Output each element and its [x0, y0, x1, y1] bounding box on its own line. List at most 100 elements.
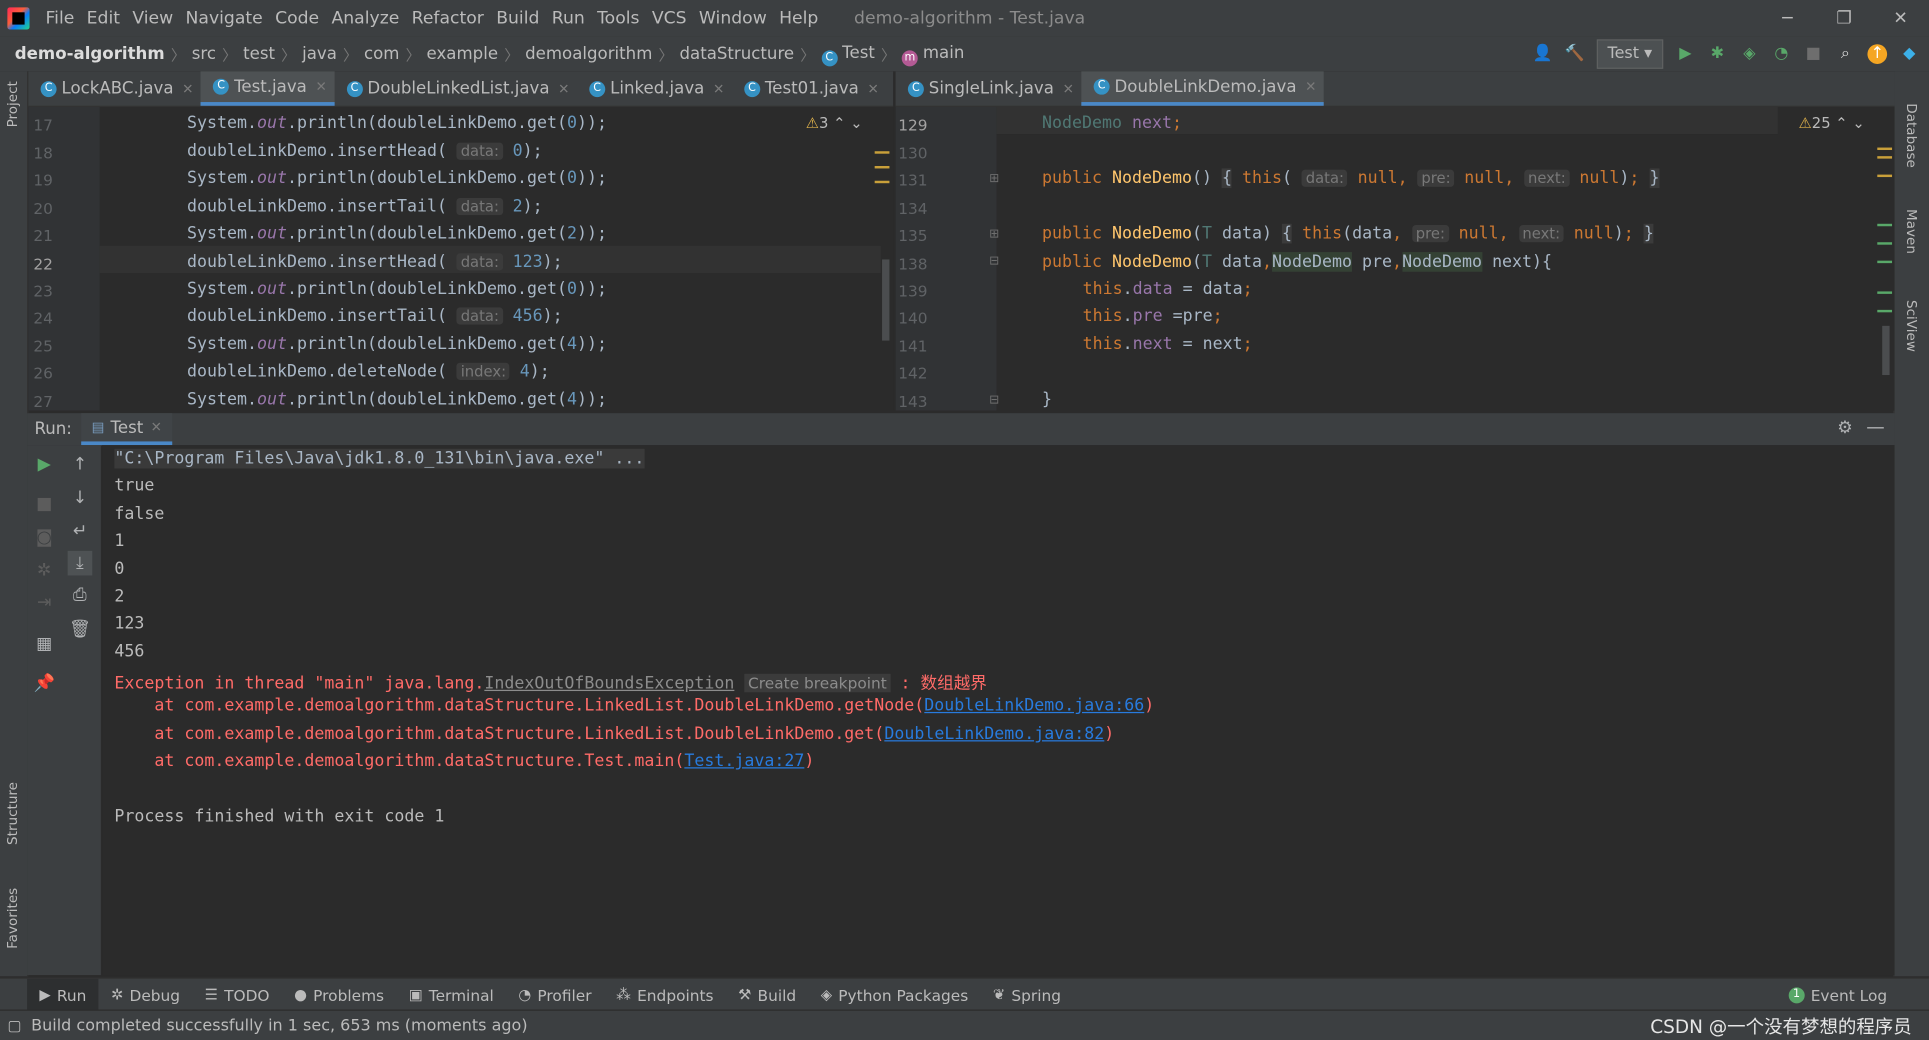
pin-icon[interactable]: 📌 [32, 671, 57, 696]
inspection-widget[interactable]: ⚠25 ⌃ ⌄ [1799, 114, 1865, 131]
soft-wrap-icon[interactable]: ↵ [68, 519, 93, 544]
create-breakpoint-link[interactable]: Create breakpoint [744, 673, 891, 693]
restore-button[interactable]: ❐ [1816, 0, 1873, 37]
warning-marker[interactable] [874, 151, 890, 154]
minimize-button[interactable]: ─ [1759, 0, 1816, 37]
source-link[interactable]: Test.java:27 [684, 751, 804, 771]
database-tool-button[interactable]: Database [1903, 103, 1919, 168]
gear-icon[interactable]: ⚙ [1837, 418, 1852, 438]
tool-python-packages[interactable]: ◈ Python Packages [808, 979, 980, 1011]
breadcrumb-main-method[interactable]: m main [898, 42, 968, 66]
stop-icon[interactable]: ■ [1803, 44, 1823, 64]
console-output[interactable]: "C:\Program Files\Java\jdk1.8.0_131\bin\… [102, 445, 1895, 976]
menu-window[interactable]: Window [693, 9, 773, 29]
maven-tool-button[interactable]: Maven [1903, 209, 1919, 254]
breadcrumb-test-class[interactable]: C Test [818, 42, 879, 66]
print-icon[interactable]: ⎙ [68, 583, 93, 608]
build-hammer-icon[interactable]: 🔨 [1564, 44, 1584, 64]
left-code-area[interactable]: 17 18 19 20 21 22 23 24 25 26 27 System.… [28, 106, 893, 411]
menu-navigate[interactable]: Navigate [179, 9, 269, 29]
fold-icon[interactable]: ⊞ [989, 227, 999, 241]
tool-terminal[interactable]: ▣ Terminal [396, 979, 506, 1011]
menu-refactor[interactable]: Refactor [405, 9, 490, 29]
close-tab-icon[interactable]: ✕ [182, 81, 193, 97]
exception-class-link[interactable]: IndexOutOfBoundsException [484, 674, 734, 694]
project-tool-button[interactable]: Project [5, 81, 21, 127]
rerun-icon[interactable]: ▶ [32, 452, 57, 477]
close-tab-icon[interactable]: ✕ [151, 419, 162, 435]
camera-icon[interactable]: ◙ [32, 525, 57, 550]
run-tab-test[interactable]: ▤ Test ✕ [81, 413, 172, 446]
breadcrumb-project[interactable]: demo-algorithm [0, 44, 168, 64]
trash-icon[interactable]: 🗑 [68, 617, 93, 642]
right-code-area[interactable]: 129 130 131 134 135 138 139 140 141 142 … [895, 106, 1895, 411]
vertical-scrollbar[interactable] [1882, 325, 1890, 376]
settings-bug-icon[interactable]: ✲ [32, 558, 57, 583]
change-marker[interactable] [1877, 291, 1893, 294]
menu-vcs[interactable]: VCS [646, 9, 693, 29]
change-marker[interactable] [1877, 260, 1893, 264]
debug-icon[interactable]: ✱ [1708, 44, 1728, 64]
menu-run[interactable]: Run [546, 9, 591, 29]
favorites-tool-button[interactable]: Favorites [5, 888, 21, 949]
close-tab-icon[interactable]: ✕ [1305, 79, 1316, 95]
warning-marker[interactable] [1877, 156, 1893, 159]
warning-marker[interactable] [1877, 147, 1893, 151]
user-icon[interactable]: 👤 [1532, 44, 1552, 64]
breadcrumb-com[interactable]: com [360, 44, 403, 64]
warning-marker[interactable] [874, 180, 890, 184]
run-icon[interactable]: ▶ [1676, 44, 1696, 64]
change-marker[interactable] [1877, 309, 1893, 313]
breadcrumb-datastructure[interactable]: dataStructure [676, 44, 798, 64]
run-configuration-select[interactable]: Test ▾ [1596, 39, 1664, 69]
menu-view[interactable]: View [126, 9, 179, 29]
tool-build[interactable]: ⚒ Build [726, 979, 809, 1011]
warning-marker[interactable] [1877, 174, 1893, 178]
chevron-up-icon[interactable]: ⌃ [833, 114, 845, 131]
menu-code[interactable]: Code [269, 9, 325, 29]
panel-toggle-icon[interactable]: ▢ [7, 1017, 21, 1034]
tab-test-java[interactable]: C Test.java ✕ [200, 71, 335, 106]
breadcrumb-java[interactable]: java [298, 44, 340, 64]
update-icon[interactable]: ↑ [1867, 44, 1888, 64]
chevron-down-icon[interactable]: ⌄ [1852, 114, 1864, 131]
menu-edit[interactable]: Edit [81, 9, 127, 29]
vertical-scrollbar[interactable] [882, 259, 890, 341]
tab-singlelink[interactable]: C SingleLink.java ✕ [896, 71, 1082, 105]
close-tab-icon[interactable]: ✕ [315, 79, 326, 95]
breadcrumb-src[interactable]: src [188, 44, 220, 64]
exit-icon[interactable]: ⇥ [32, 590, 57, 615]
up-arrow-icon[interactable]: ↑ [68, 452, 93, 477]
tool-debug[interactable]: ✲ Debug [99, 979, 193, 1011]
hide-panel-icon[interactable]: — [1866, 416, 1884, 438]
profile-icon[interactable]: ◔ [1771, 44, 1791, 64]
sciview-tool-button[interactable]: SciView [1903, 300, 1919, 352]
breadcrumb-example[interactable]: example [423, 44, 502, 64]
plugin-icon[interactable]: ◆ [1899, 44, 1919, 64]
fold-icon[interactable]: ⊞ [989, 172, 999, 186]
layout-icon[interactable]: ▦ [32, 632, 57, 657]
search-icon[interactable]: ⌕ [1835, 44, 1855, 64]
tab-doublelinkedlist[interactable]: C DoubleLinkedList.java ✕ [334, 71, 577, 105]
chevron-down-icon[interactable]: ⌄ [850, 114, 862, 131]
chevron-up-icon[interactable]: ⌃ [1835, 114, 1847, 131]
structure-tool-button[interactable]: Structure [5, 782, 21, 845]
tool-endpoints[interactable]: ⁂ Endpoints [604, 979, 726, 1011]
scroll-to-end-icon[interactable]: ⤓ [67, 550, 93, 576]
warning-marker[interactable] [874, 165, 890, 169]
menu-build[interactable]: Build [490, 9, 546, 29]
tab-test01[interactable]: C Test01.java ✕ [732, 71, 886, 105]
tool-run[interactable]: ▶ Run [27, 978, 99, 1011]
tool-spring[interactable]: ❦ Spring [981, 979, 1074, 1011]
change-marker[interactable] [1877, 223, 1893, 227]
close-tab-icon[interactable]: ✕ [867, 81, 878, 97]
tool-problems[interactable]: ● Problems [282, 979, 397, 1011]
tab-linked[interactable]: C Linked.java ✕ [577, 71, 732, 105]
down-arrow-icon[interactable]: ↓ [68, 486, 93, 511]
close-tab-icon[interactable]: ✕ [713, 81, 724, 97]
fold-icon[interactable]: ⊟ [989, 393, 999, 407]
tool-todo[interactable]: ☰ TODO [192, 979, 281, 1011]
inspection-widget[interactable]: ⚠3 ⌃ ⌄ [806, 114, 863, 131]
tab-doublelinkdemo[interactable]: C DoubleLinkDemo.java ✕ [1081, 71, 1324, 106]
close-tab-icon[interactable]: ✕ [558, 81, 569, 97]
